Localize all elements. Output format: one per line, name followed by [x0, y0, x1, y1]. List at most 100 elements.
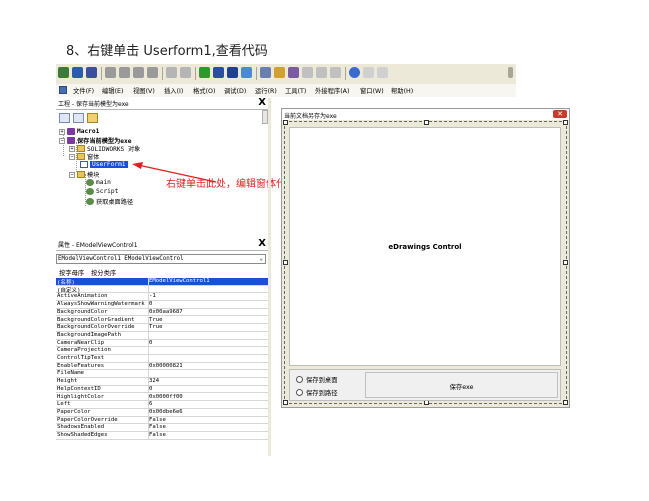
object-selector[interactable]: EModelViewControl1 EModelViewControl ⌄ [56, 254, 266, 264]
save-icon[interactable] [86, 67, 97, 78]
copy-icon[interactable] [119, 67, 130, 78]
property-value[interactable]: 0x0000ff00 [149, 394, 183, 400]
insert-userform-icon[interactable] [72, 67, 83, 78]
property-row[interactable]: CameraProjection [56, 347, 268, 355]
property-row[interactable]: PaperColorOverride False [56, 416, 268, 425]
property-row[interactable]: ActiveAnimation -1 [56, 293, 268, 302]
property-row[interactable]: CameraNearClip 0 [56, 339, 268, 348]
find-icon[interactable] [147, 67, 158, 78]
expand-icon[interactable]: + [59, 128, 65, 135]
property-value[interactable]: 0x00aa9687 [149, 309, 183, 315]
close-icon[interactable]: ✕ [553, 110, 567, 118]
radio-circle[interactable] [296, 376, 303, 383]
property-value[interactable]: 0x00dbe6e6 [149, 409, 183, 415]
app-icon[interactable] [59, 86, 67, 94]
menu-tools[interactable]: 工具(T) [285, 86, 306, 95]
property-value[interactable]: 6 [149, 401, 152, 407]
property-row[interactable]: BackgroundColorOverride True [56, 324, 268, 332]
collapse-icon[interactable]: − [69, 171, 75, 178]
property-value[interactable]: EModelViewControl1 [149, 278, 210, 284]
property-row[interactable]: PaperColor 0x00dbe6e6 [56, 408, 268, 417]
indent-icon[interactable] [316, 67, 327, 78]
tree-node-module-main[interactable]: main [86, 179, 111, 186]
collapse-icon[interactable]: − [59, 137, 65, 144]
menu-debug[interactable]: 调试(D) [224, 86, 246, 95]
property-value[interactable]: False [149, 432, 166, 438]
property-row[interactable]: BackgroundColorGradient True [56, 316, 268, 325]
chevron-down-icon[interactable]: ⌄ [259, 255, 263, 262]
tree-node-modules[interactable]: − 模块 [69, 170, 99, 179]
menu-view[interactable]: 视图(V) [133, 86, 155, 95]
tab-categorized[interactable]: 按分类序 [91, 268, 116, 277]
paste-icon[interactable] [133, 67, 144, 78]
property-row[interactable]: BackgroundColor 0x00aa9687 [56, 308, 268, 317]
property-row[interactable]: Left 6 [56, 401, 268, 409]
userform-caption[interactable]: 当前文档另存为exe ✕ [282, 109, 569, 120]
property-value[interactable]: 0x00000821 [149, 363, 183, 369]
resize-handle[interactable] [563, 120, 568, 125]
property-row[interactable]: (名称) EModelViewControl1 [56, 278, 268, 286]
tree-node-forms[interactable]: − 窗体 [69, 152, 99, 161]
menu-window[interactable]: 窗口(W) [360, 86, 384, 95]
property-value[interactable]: 0 [149, 386, 152, 392]
project-explorer-icon[interactable] [260, 67, 271, 78]
list-properties-icon[interactable] [363, 67, 374, 78]
reset-icon[interactable] [227, 67, 238, 78]
tab-alphabetic[interactable]: 按字母序 [59, 268, 84, 277]
property-row[interactable]: BackgroundImagePath [56, 331, 268, 340]
help-icon[interactable] [349, 67, 360, 78]
redo-icon[interactable] [180, 67, 191, 78]
resize-handle[interactable] [283, 400, 288, 405]
property-row[interactable]: ControlTipText [56, 355, 268, 363]
menu-file[interactable]: 文件(F) [73, 86, 94, 95]
property-row[interactable]: HighlightColor 0x0000ff00 [56, 393, 268, 402]
menu-insert[interactable]: 插入(I) [164, 86, 183, 95]
outdent-icon[interactable] [330, 67, 341, 78]
design-mode-icon[interactable] [241, 67, 252, 78]
property-value[interactable]: False [149, 417, 166, 423]
resize-handle[interactable] [283, 260, 288, 265]
property-row[interactable]: ShadowsEnabled False [56, 424, 268, 432]
quick-info-icon[interactable] [377, 67, 388, 78]
menu-edit[interactable]: 编辑(E) [102, 86, 124, 95]
excel-view-icon[interactable] [58, 67, 69, 78]
pane-splitter[interactable] [268, 98, 271, 456]
tree-node-module-script[interactable]: Script [86, 188, 118, 195]
toolbox-icon[interactable] [302, 67, 313, 78]
property-row[interactable]: AlwaysShowWarningWatermark 0 [56, 301, 268, 309]
resize-handle[interactable] [424, 120, 429, 125]
toggle-folders-icon[interactable] [87, 113, 98, 123]
property-value[interactable]: False [149, 424, 166, 430]
break-icon[interactable] [213, 67, 224, 78]
undo-icon[interactable] [166, 67, 177, 78]
view-object-icon[interactable] [73, 113, 84, 123]
radio-circle[interactable] [296, 389, 303, 396]
property-value[interactable]: True [149, 324, 162, 330]
toolbar-overflow-icon[interactable] [508, 67, 513, 78]
close-icon[interactable]: X [258, 238, 266, 249]
menu-addins[interactable]: 外接程序(A) [315, 86, 349, 95]
property-value[interactable]: 324 [149, 378, 159, 384]
expand-icon[interactable]: + [69, 145, 75, 152]
close-icon[interactable]: X [258, 97, 266, 108]
property-row[interactable]: ShowShadedEdges False [56, 432, 268, 440]
menu-run[interactable]: 运行(R) [255, 86, 277, 95]
object-browser-icon[interactable] [288, 67, 299, 78]
property-row[interactable]: HelpContextID 0 [56, 385, 268, 394]
property-value[interactable]: -1 [149, 293, 156, 299]
property-value[interactable]: True [149, 317, 162, 323]
view-code-icon[interactable] [59, 113, 70, 123]
menu-format[interactable]: 格式(O) [193, 86, 215, 95]
property-row[interactable]: FileName [56, 370, 268, 379]
tree-node-module-desktop-path[interactable]: 获取桌面路径 [86, 197, 133, 206]
menu-help[interactable]: 帮助(H) [391, 86, 413, 95]
radio-save-path[interactable]: 保存到路径 [296, 388, 337, 397]
tree-node-userform1[interactable]: UserForm1 [80, 161, 128, 168]
property-row[interactable]: Height 324 [56, 378, 268, 386]
property-row[interactable]: (自定义) [56, 285, 268, 294]
tree-node-macro[interactable]: + Macro1 [59, 128, 99, 135]
resize-handle[interactable] [563, 400, 568, 405]
run-icon[interactable] [199, 67, 210, 78]
save-exe-button[interactable]: 保存exe [365, 372, 558, 398]
radio-save-desktop[interactable]: 保存到桌面 [296, 375, 337, 384]
